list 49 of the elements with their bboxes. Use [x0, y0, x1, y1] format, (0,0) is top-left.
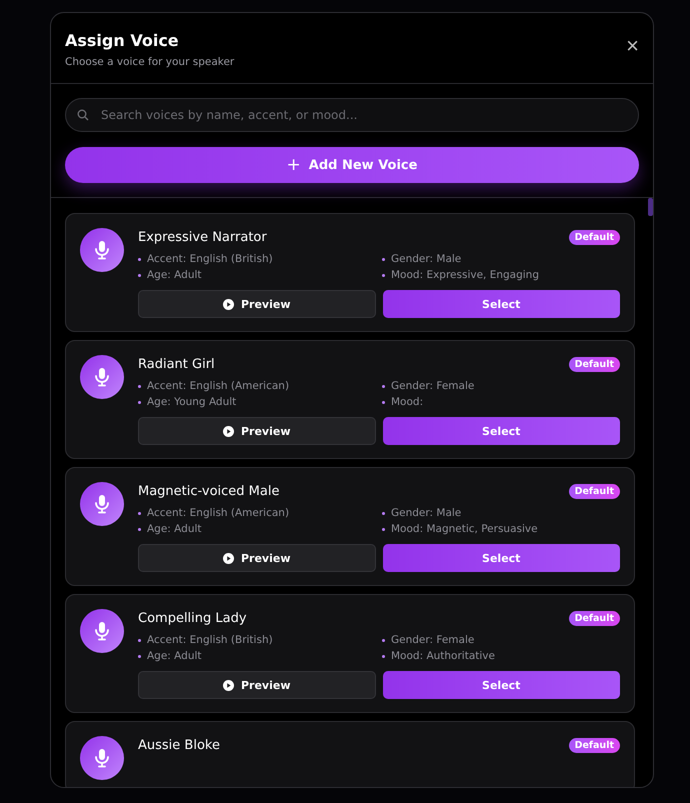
- voice-name: Compelling Lady: [138, 611, 247, 626]
- preview-button[interactable]: Preview: [138, 544, 376, 572]
- voice-detail: Gender: Male: [382, 253, 620, 265]
- add-voice-button[interactable]: + Add New Voice: [65, 147, 639, 183]
- scrollbar-thumb[interactable]: [648, 198, 653, 216]
- microphone-icon: [94, 240, 110, 260]
- default-badge: Default: [568, 611, 620, 626]
- select-button[interactable]: Select: [382, 290, 620, 318]
- microphone-icon: [94, 367, 110, 387]
- play-icon: [222, 298, 234, 310]
- preview-button[interactable]: Preview: [138, 417, 376, 445]
- select-button[interactable]: Select: [382, 417, 620, 445]
- voice-detail: Gender: Female: [382, 634, 620, 646]
- voice-name: Radiant Girl: [138, 357, 215, 372]
- voice-detail: Accent: English (American): [138, 380, 376, 392]
- dialog-title: Assign Voice: [65, 31, 180, 50]
- select-button[interactable]: Select: [382, 544, 620, 572]
- voice-detail: Age: Adult: [138, 269, 376, 281]
- voice-detail: Accent: English (British): [138, 253, 376, 265]
- voice-detail: Accent: English (American): [138, 507, 376, 519]
- voice-detail: Age: Adult: [138, 523, 376, 535]
- microphone-icon: [94, 748, 110, 768]
- select-button[interactable]: Select: [382, 671, 620, 699]
- play-icon: [222, 426, 234, 436]
- dialog-subtitle: Choose a voice for your speaker: [65, 56, 234, 68]
- play-icon: [222, 552, 234, 564]
- microphone-icon: [94, 494, 110, 514]
- preview-button[interactable]: Preview: [138, 290, 376, 318]
- microphone-icon: [94, 621, 110, 641]
- voice-detail: Age: Young Adult: [138, 396, 376, 408]
- voice-detail: Age: Adult: [138, 650, 376, 662]
- voice-detail: Gender: Female: [382, 380, 620, 392]
- default-badge: Default: [568, 230, 620, 245]
- voice-detail: Mood: Authoritative: [382, 650, 620, 662]
- close-button[interactable]: ×: [626, 35, 639, 57]
- preview-button[interactable]: Preview: [138, 671, 376, 699]
- voice-name: Aussie Bloke: [138, 738, 220, 753]
- default-badge: Default: [568, 738, 620, 753]
- voice-detail: Mood: Magnetic, Persuasive: [382, 523, 620, 535]
- default-badge: Default: [568, 484, 620, 499]
- voice-detail: Gender: Male: [382, 507, 620, 519]
- voice-name: Magnetic-voiced Male: [138, 484, 280, 499]
- voice-detail: Mood:: [382, 396, 620, 408]
- search-field[interactable]: Search voices by name, accent, or mood...: [65, 98, 639, 132]
- default-badge: Default: [568, 357, 620, 372]
- play-icon: [222, 680, 234, 690]
- voice-name: Expressive Narrator: [138, 230, 267, 245]
- voice-detail: Mood: Expressive, Engaging: [382, 269, 620, 281]
- voice-detail: Accent: English (British): [138, 634, 376, 646]
